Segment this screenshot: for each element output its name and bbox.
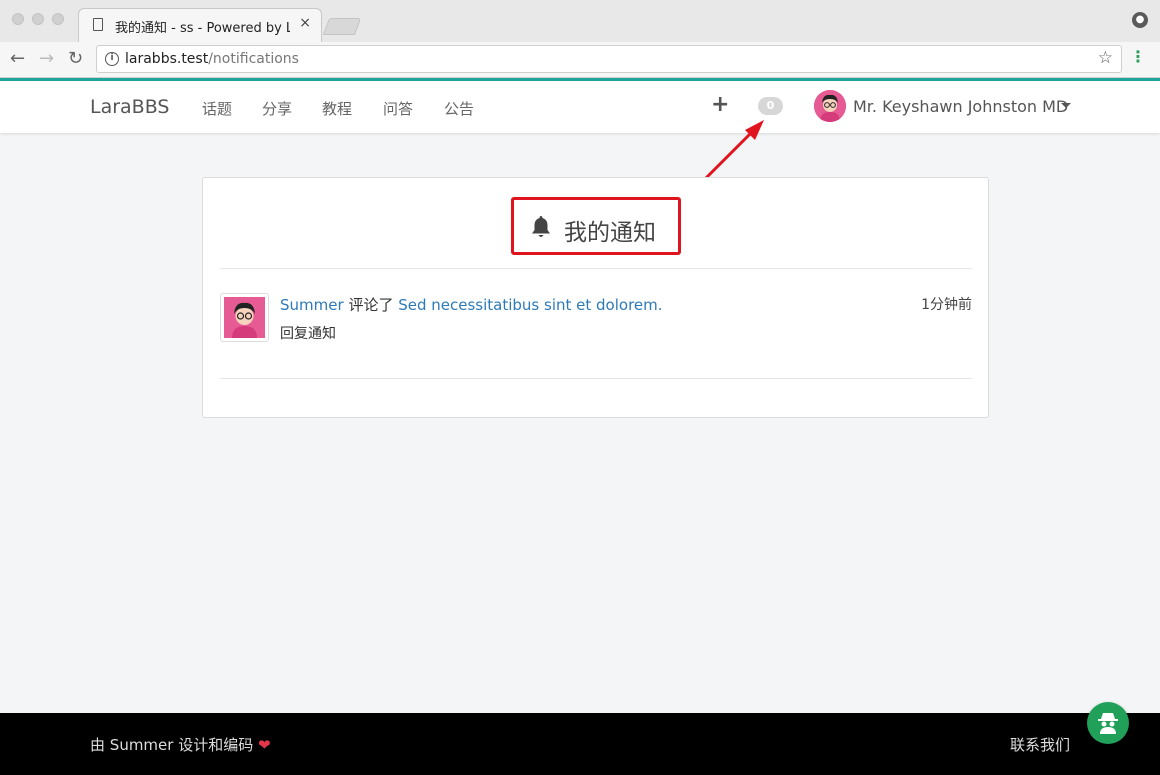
heart-icon: ❤: [258, 736, 271, 754]
footer-author: Summer: [109, 736, 174, 754]
divider: [220, 268, 972, 269]
maximize-window-button[interactable]: [52, 13, 64, 25]
annotation-arrow: [704, 120, 764, 180]
notification-time: 1分钟前: [921, 297, 972, 313]
footer: 由 Summer 设计和编码 ❤ 联系我们: [0, 713, 1160, 775]
spy-icon: [1098, 713, 1118, 734]
browser-tab[interactable]: 我的通知 - ss - Powered by LaraBBS ×: [78, 8, 322, 42]
url-text: larabbs.test/notifications: [125, 51, 299, 67]
notification-type: 回复通知: [280, 326, 336, 342]
bookmark-star-icon[interactable]: ☆: [1098, 48, 1113, 68]
notification-count-badge[interactable]: 0: [758, 97, 783, 115]
nav-item-qa[interactable]: 问答: [383, 98, 413, 119]
floating-action-button[interactable]: [1087, 702, 1129, 744]
tab-title: 我的通知 - ss - Powered by LaraBBS: [115, 21, 290, 36]
new-tab-button[interactable]: [322, 18, 362, 35]
panel-heading: 我的通知: [511, 197, 681, 255]
notification-action: 评论了: [348, 296, 394, 314]
url-input[interactable]: i larabbs.test/notifications ☆: [96, 45, 1122, 73]
url-host: larabbs.test: [125, 51, 209, 67]
browser-tabstrip: 我的通知 - ss - Powered by LaraBBS × ●: [0, 0, 1160, 42]
document-icon: [93, 18, 103, 31]
footer-credit: 由 Summer 设计和编码 ❤: [90, 734, 271, 755]
create-topic-button[interactable]: +: [711, 92, 729, 117]
nav-item-announcement[interactable]: 公告: [444, 98, 474, 119]
minimize-window-button[interactable]: [32, 13, 44, 25]
notifications-panel: 我的通知 Summer 评论了 Sed necessitatibus sint …: [202, 177, 989, 418]
nav-item-tutorial[interactable]: 教程: [322, 98, 352, 119]
tab-close-button[interactable]: ×: [299, 15, 311, 31]
forward-icon[interactable]: →: [39, 48, 54, 69]
notification-avatar[interactable]: [220, 293, 269, 342]
address-bar-row: ← → ↻ i larabbs.test/notifications ☆ ⋮: [0, 42, 1160, 78]
back-icon[interactable]: ←: [10, 48, 25, 69]
info-icon[interactable]: i: [105, 52, 119, 66]
bell-icon: [532, 216, 550, 237]
user-name[interactable]: Mr. Keyshawn Johnston MD: [853, 97, 1068, 116]
brand-logo[interactable]: LaraBBS: [90, 96, 169, 118]
contact-link[interactable]: 联系我们: [1010, 734, 1070, 755]
footer-prefix: 由: [90, 736, 106, 754]
footer-suffix: 设计和编码: [178, 736, 254, 754]
nav-item-share[interactable]: 分享: [262, 98, 292, 119]
nav-item-topics[interactable]: 话题: [202, 98, 232, 119]
divider: [220, 378, 972, 379]
avatar[interactable]: [814, 90, 846, 122]
page-title: 我的通知: [564, 220, 656, 246]
browser-menu-icon[interactable]: ⋮: [1130, 49, 1146, 65]
reload-icon[interactable]: ↻: [68, 48, 83, 69]
url-path: /notifications: [208, 51, 299, 67]
notification-line: Summer 评论了 Sed necessitatibus sint et do…: [280, 294, 663, 315]
navbar: LaraBBS 话题 分享 教程 问答 公告 + 0 Mr. Keyshawn …: [0, 81, 1160, 133]
profile-icon[interactable]: ●: [1132, 12, 1148, 28]
notification-topic-link[interactable]: Sed necessitatibus sint et dolorem.: [398, 296, 662, 314]
notification-user-link[interactable]: Summer: [280, 296, 344, 314]
caret-down-icon[interactable]: [1061, 103, 1071, 108]
close-window-button[interactable]: [12, 13, 24, 25]
